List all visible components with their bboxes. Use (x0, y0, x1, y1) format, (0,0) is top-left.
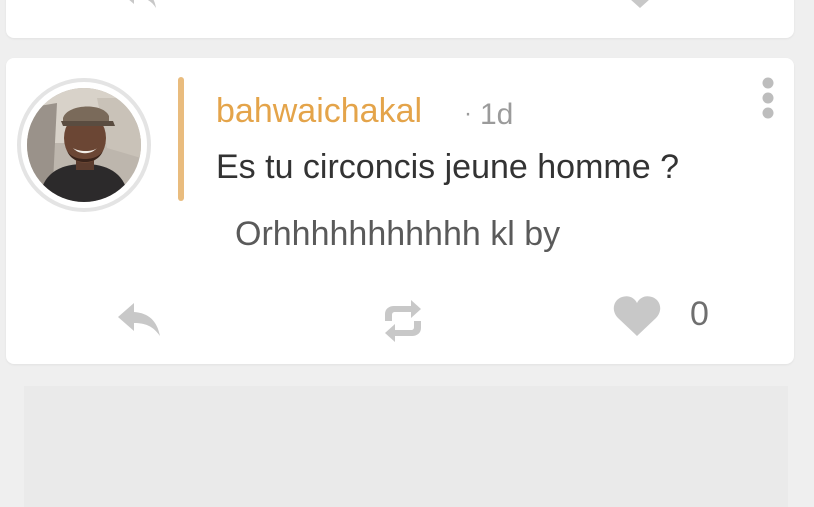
reply-icon[interactable] (114, 0, 160, 16)
repost-icon[interactable] (375, 0, 431, 14)
post-time: · 1d (464, 94, 513, 135)
heart-icon[interactable] (612, 294, 662, 338)
user-avatar-image (27, 88, 141, 202)
author-username[interactable]: bahwaichakal (216, 91, 422, 131)
like-count: 0 (690, 295, 709, 333)
repost-icon[interactable] (375, 297, 431, 345)
post-card: bahwaichakal · 1d Es tu circoncis jeune h… (6, 58, 794, 364)
quoted-post-text: Es tu circoncis jeune homme ? (216, 148, 679, 186)
heart-icon[interactable] (612, 0, 668, 12)
more-vertical-icon[interactable] (754, 76, 782, 122)
avatar[interactable] (17, 78, 151, 212)
reply-icon[interactable] (114, 299, 166, 343)
time-separator: · (464, 100, 472, 127)
next-content-placeholder (24, 386, 788, 507)
quote-bar (178, 77, 184, 201)
reply-text: Orhhhhhhhhhhh kl by (235, 215, 561, 253)
previous-post-card (6, 0, 794, 38)
post-time-value: 1d (480, 98, 514, 131)
